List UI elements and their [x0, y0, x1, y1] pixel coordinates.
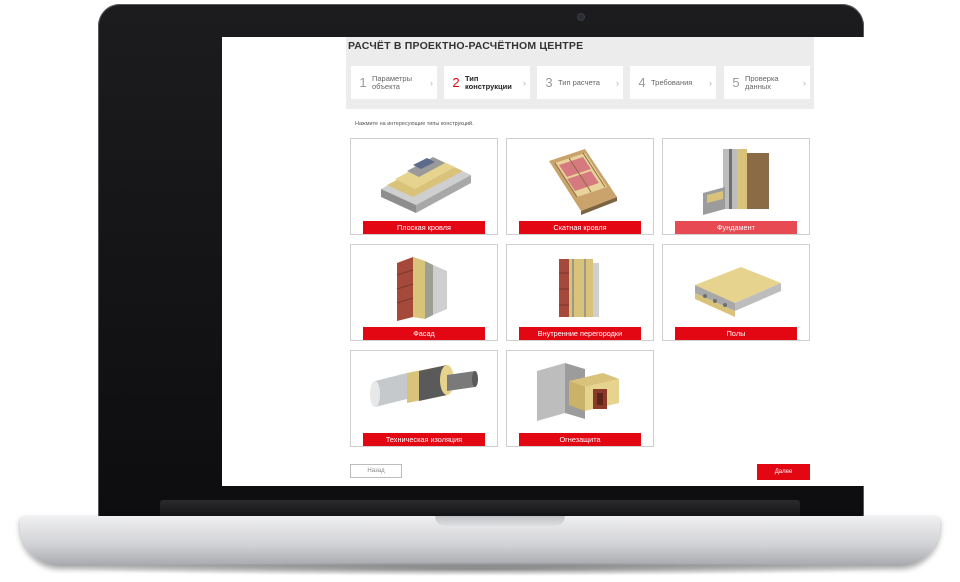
next-button[interactable]: Далее [757, 464, 810, 480]
pipe-insulation-illustration-icon [370, 365, 478, 407]
step-number: 5 [732, 75, 740, 90]
foundation-illustration-icon [703, 149, 769, 215]
facade-button[interactable]: Фасад [363, 327, 485, 340]
chevron-right-icon: › [523, 77, 526, 88]
laptop-base [20, 516, 940, 566]
page-title: РАСЧЁТ В ПРОЕКТНО-РАСЧЁТНОМ ЦЕНТРЕ [348, 40, 584, 52]
tile-pitched-roof[interactable]: Скатная кровля [506, 138, 654, 235]
step-number: 1 [359, 75, 367, 90]
camera-icon [578, 14, 584, 20]
partition-illustration-icon [559, 259, 599, 317]
wizard-step-1[interactable]: 1 Параметры объекта › [351, 66, 437, 99]
technical-insulation-button[interactable]: Техническая изоляция [363, 433, 485, 446]
tile-floors[interactable]: Полы [662, 244, 810, 341]
tile-technical-insulation[interactable]: Техническая изоляция [350, 350, 498, 447]
step-label: Требования [651, 77, 693, 87]
pitched-roof-button[interactable]: Скатная кровля [519, 221, 641, 234]
wizard-steps: 1 Параметры объекта › 2 Тип конструкции … [351, 66, 810, 99]
tile-facade[interactable]: Фасад [350, 244, 498, 341]
facade-illustration-icon [396, 257, 447, 321]
floors-button[interactable]: Полы [675, 327, 797, 340]
chevron-right-icon: › [616, 77, 619, 88]
step-number: 4 [638, 75, 646, 90]
laptop-notch [435, 516, 565, 526]
wizard-step-3[interactable]: 3 Тип расчета › [537, 66, 623, 99]
tile-partitions[interactable]: Внутренние перегородки [506, 244, 654, 341]
floor-illustration-icon [695, 267, 781, 317]
tile-fire-protection[interactable]: Огнезащита [506, 350, 654, 447]
tile-foundation[interactable]: Фундамент [662, 138, 810, 235]
laptop-screen: РАСЧЁТ В ПРОЕКТНО-РАСЧЁТНОМ ЦЕНТРЕ 1 Пар… [222, 37, 935, 486]
laptop-lid: РАСЧЁТ В ПРОЕКТНО-РАСЧЁТНОМ ЦЕНТРЕ 1 Пар… [98, 4, 935, 520]
step-number: 3 [545, 75, 553, 90]
step-number: 2 [452, 75, 460, 90]
step-label: Тип расчета [558, 77, 600, 87]
instruction-text: Нажмите на интересующие типы конструкций… [355, 121, 474, 127]
fire-protection-button[interactable]: Огнезащита [519, 433, 641, 446]
chevron-right-icon: › [803, 77, 806, 88]
step-label: Проверка данных [745, 73, 779, 91]
flat-roof-illustration-icon [381, 157, 471, 213]
partitions-button[interactable]: Внутренние перегородки [519, 327, 641, 340]
pitched-roof-illustration-icon [549, 149, 617, 215]
foundation-button[interactable]: Фундамент [675, 221, 797, 234]
step-label: Параметры объекта [372, 73, 412, 91]
wizard-step-5[interactable]: 5 Проверка данных › [724, 66, 810, 99]
step-label: Тип конструкции [465, 73, 512, 91]
chevron-right-icon: › [430, 77, 433, 88]
back-button[interactable]: Назад [350, 464, 402, 478]
tile-flat-roof[interactable]: Плоская кровля [350, 138, 498, 235]
flat-roof-button[interactable]: Плоская кровля [363, 221, 485, 234]
laptop-shadow [60, 562, 900, 576]
chevron-right-icon: › [709, 77, 712, 88]
fire-protection-illustration-icon [537, 363, 619, 421]
wizard-step-4[interactable]: 4 Требования › [630, 66, 716, 99]
wizard-step-2[interactable]: 2 Тип конструкции › [444, 66, 530, 99]
